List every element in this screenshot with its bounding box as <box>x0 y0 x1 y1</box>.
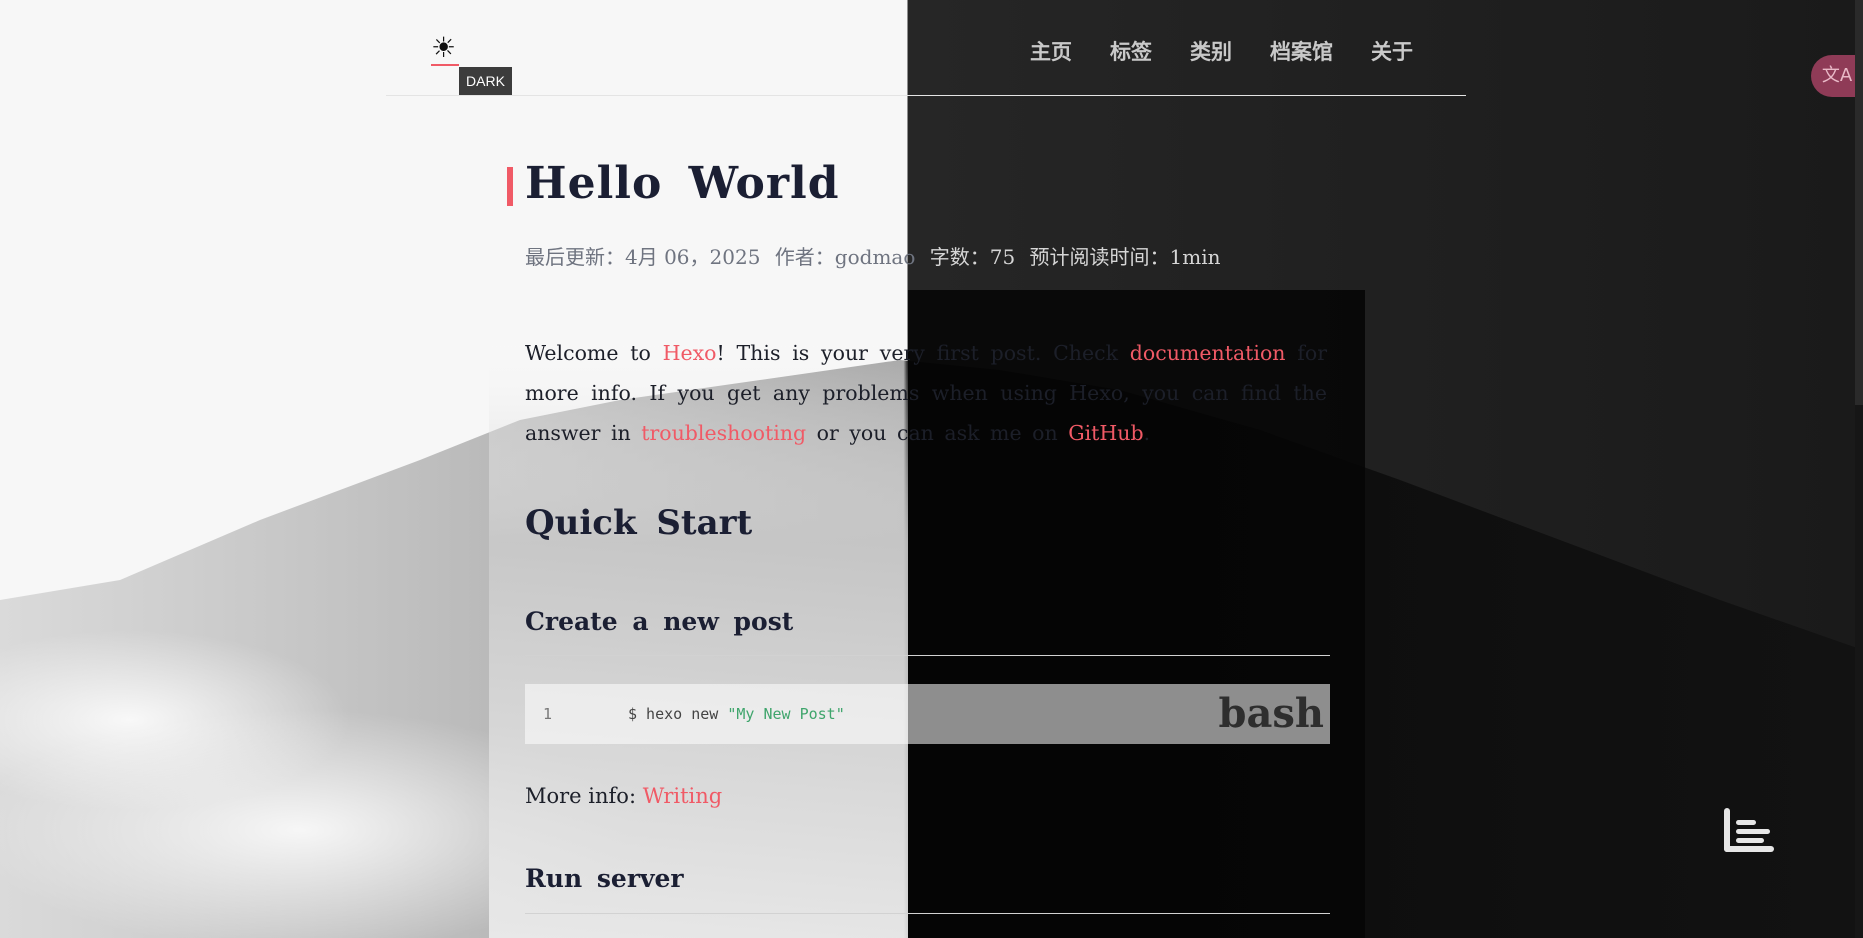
more-info: More info: Writing <box>525 784 722 808</box>
link-troubleshooting[interactable]: troubleshooting <box>641 421 806 445</box>
heading-divider <box>525 913 1330 914</box>
code-language-label: bash <box>1218 690 1325 737</box>
meta-read-time: 预计阅读时间：1min <box>1029 245 1221 269</box>
heading-quick-start: Quick Start <box>525 503 753 543</box>
post-meta: 最后更新：4月 06，2025 作者：godmao 字数：75 预计阅读时间：1… <box>525 241 1221 270</box>
code-line-number: 1 <box>543 705 553 723</box>
nav-item-tags[interactable]: 标签 <box>1110 36 1152 66</box>
code-string: "My New Post" <box>727 705 845 723</box>
heading-run-server: Run server <box>525 864 684 893</box>
meta-updated: 最后更新：4月 06，2025 <box>525 245 761 269</box>
nav-item-categories[interactable]: 类别 <box>1190 36 1232 66</box>
post-title: Hello World <box>525 158 840 209</box>
meta-words: 字数：75 <box>929 245 1016 269</box>
page-background <box>0 0 1863 938</box>
more-info-label: More info: <box>525 784 643 808</box>
header-divider <box>386 95 1466 96</box>
nav-item-archives[interactable]: 档案馆 <box>1270 36 1333 66</box>
theme-toggle-underline <box>431 64 459 66</box>
heading-create-post: Create a new post <box>525 607 794 636</box>
link-writing[interactable]: Writing <box>643 784 723 808</box>
link-hexo[interactable]: Hexo <box>663 341 717 365</box>
theme-tooltip: DARK <box>459 67 512 95</box>
link-documentation[interactable]: documentation <box>1130 341 1286 365</box>
title-accent-bar <box>507 167 513 206</box>
main-nav: 主页 标签 类别 档案馆 关于 <box>1030 36 1413 66</box>
meta-author: 作者：godmao <box>774 245 916 269</box>
intro-paragraph: Welcome to Hexo! This is your very first… <box>525 333 1327 453</box>
code-command: $ hexo new <box>628 705 728 723</box>
intro-text: or you can ask me on <box>806 421 1069 445</box>
mountain-background-image <box>0 290 1863 938</box>
sun-icon[interactable]: ☀ <box>431 34 459 64</box>
intro-text: Welcome to <box>525 341 663 365</box>
intro-text: . <box>1143 421 1151 445</box>
heading-divider <box>525 655 1330 656</box>
toc-list-icon[interactable] <box>1724 808 1774 852</box>
intro-text: ! This is your very first post. Check <box>716 341 1130 365</box>
code-line: $ hexo new "My New Post" <box>628 705 845 723</box>
nav-item-about[interactable]: 关于 <box>1371 36 1413 66</box>
code-block[interactable]: 1 $ hexo new "My New Post" bash <box>525 684 1330 744</box>
nav-item-home[interactable]: 主页 <box>1030 36 1072 66</box>
scrollbar-thumb[interactable] <box>1855 405 1863 938</box>
link-github[interactable]: GitHub <box>1068 421 1143 445</box>
